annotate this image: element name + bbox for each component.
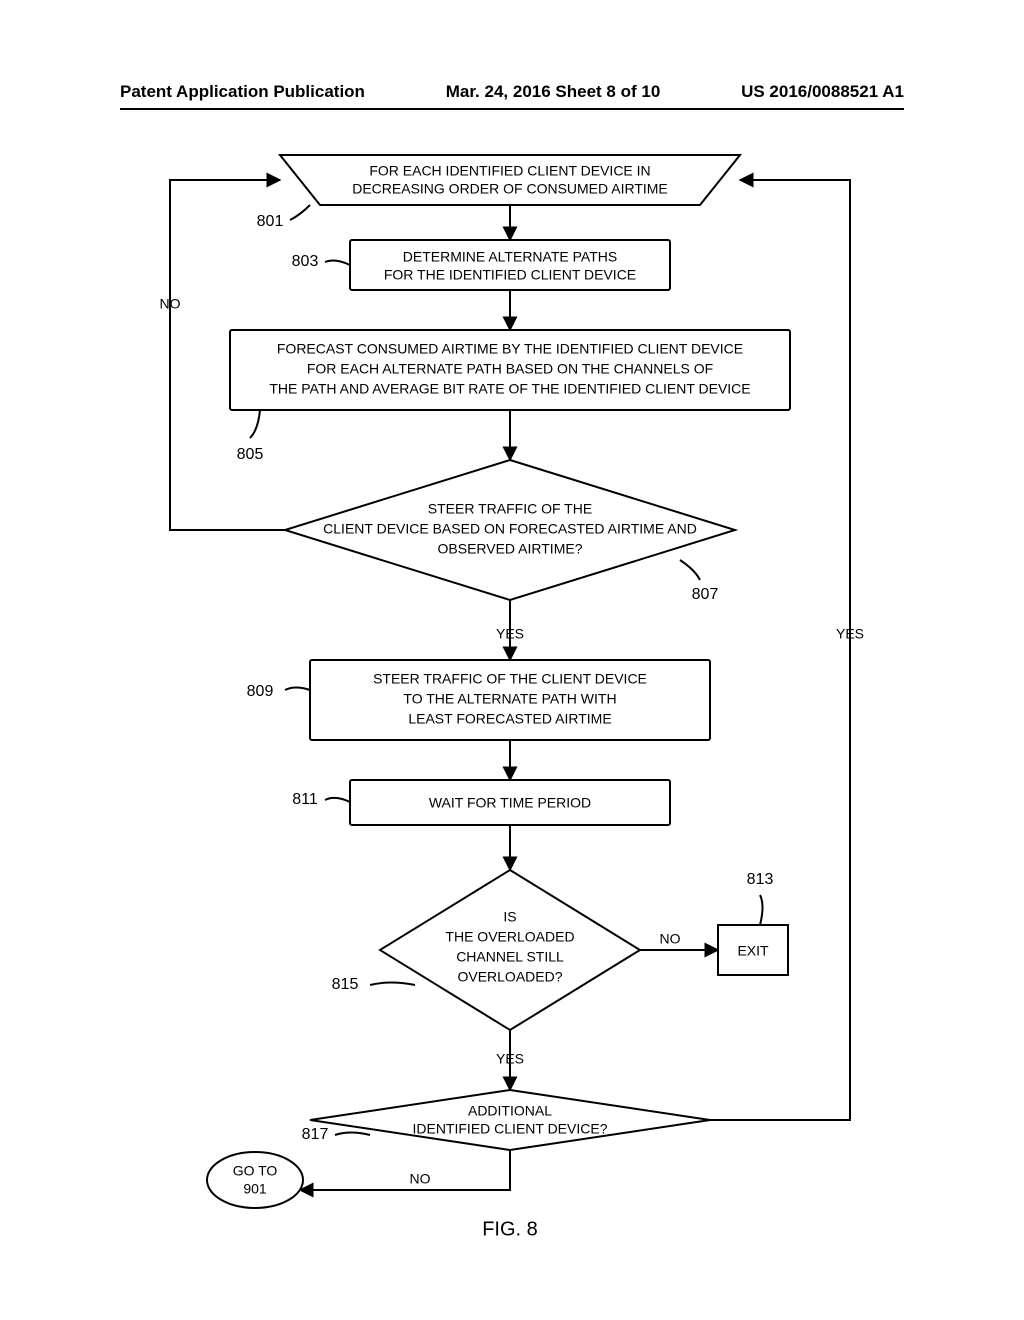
n803-l1: DETERMINE ALTERNATE PATHS <box>403 249 617 265</box>
goto-l2: 901 <box>243 1181 267 1197</box>
edge-817-no: NO <box>410 1171 431 1187</box>
node-goto: GO TO 901 <box>207 1152 303 1208</box>
n817-l1: ADDITIONAL <box>468 1103 552 1119</box>
n805-l3: THE PATH AND AVERAGE BIT RATE OF THE IDE… <box>269 381 750 397</box>
svg-text:809: 809 <box>247 683 274 700</box>
ref-805: 805 <box>237 410 264 463</box>
goto-l1: GO TO <box>233 1163 278 1179</box>
n807-l2: CLIENT DEVICE BASED ON FORECASTED AIRTIM… <box>323 521 697 537</box>
node-805: FORECAST CONSUMED AIRTIME BY THE IDENTIF… <box>230 330 790 410</box>
page: Patent Application Publication Mar. 24, … <box>0 0 1024 1320</box>
n815-l1: IS <box>503 909 516 925</box>
n801-l1: FOR EACH IDENTIFIED CLIENT DEVICE IN <box>369 163 650 179</box>
edge-815-no: NO <box>660 931 681 947</box>
ref-815: 815 <box>332 976 415 993</box>
node-803: DETERMINE ALTERNATE PATHS FOR THE IDENTI… <box>350 240 670 290</box>
ref-809: 809 <box>247 683 310 700</box>
header-center: Mar. 24, 2016 Sheet 8 of 10 <box>446 82 661 102</box>
node-811: WAIT FOR TIME PERIOD <box>350 780 670 825</box>
node-807: STEER TRAFFIC OF THE CLIENT DEVICE BASED… <box>285 460 735 600</box>
edge-817-yes: YES <box>836 626 864 642</box>
flowchart-canvas: FOR EACH IDENTIFIED CLIENT DEVICE IN DEC… <box>110 130 910 1250</box>
n815-l4: OVERLOADED? <box>457 969 562 985</box>
page-header: Patent Application Publication Mar. 24, … <box>120 82 904 110</box>
node-813: EXIT <box>718 925 788 975</box>
svg-text:817: 817 <box>302 1126 329 1143</box>
n809-l3: LEAST FORECASTED AIRTIME <box>408 711 611 727</box>
header-right: US 2016/0088521 A1 <box>741 82 904 102</box>
ref-801: 801 <box>257 205 310 230</box>
edge-815-yes: YES <box>496 1051 524 1067</box>
n813-t: EXIT <box>737 943 769 959</box>
ref-813: 813 <box>747 871 774 925</box>
edge-807-yes: YES <box>496 626 524 642</box>
svg-text:815: 815 <box>332 976 359 993</box>
n807-l3: OBSERVED AIRTIME? <box>438 541 583 557</box>
n805-l2: FOR EACH ALTERNATE PATH BASED ON THE CHA… <box>307 361 713 377</box>
ref-807: 807 <box>680 560 718 603</box>
n815-l3: CHANNEL STILL <box>456 949 564 965</box>
ref-803: 803 <box>292 253 350 270</box>
node-817: ADDITIONAL IDENTIFIED CLIENT DEVICE? <box>310 1090 710 1150</box>
node-809: STEER TRAFFIC OF THE CLIENT DEVICE TO TH… <box>310 660 710 740</box>
n805-l1: FORECAST CONSUMED AIRTIME BY THE IDENTIF… <box>277 341 743 357</box>
edge-807-no: NO <box>160 296 181 312</box>
figure-label: FIG. 8 <box>482 1218 538 1240</box>
svg-text:803: 803 <box>292 253 319 270</box>
svg-text:807: 807 <box>692 586 719 603</box>
ref-817: 817 <box>302 1126 370 1143</box>
n803-l2: FOR THE IDENTIFIED CLIENT DEVICE <box>384 267 636 283</box>
n817-l2: IDENTIFIED CLIENT DEVICE? <box>412 1121 607 1137</box>
n811-t: WAIT FOR TIME PERIOD <box>429 795 591 811</box>
svg-text:811: 811 <box>292 791 318 808</box>
n815-l2: THE OVERLOADED <box>445 929 574 945</box>
n801-l2: DECREASING ORDER OF CONSUMED AIRTIME <box>352 181 668 197</box>
n809-l2: TO THE ALTERNATE PATH WITH <box>403 691 616 707</box>
ref-811: 811 <box>292 791 350 808</box>
n809-l1: STEER TRAFFIC OF THE CLIENT DEVICE <box>373 671 647 687</box>
n807-l1: STEER TRAFFIC OF THE <box>428 501 592 517</box>
node-801: FOR EACH IDENTIFIED CLIENT DEVICE IN DEC… <box>280 155 740 205</box>
svg-text:813: 813 <box>747 871 774 888</box>
svg-text:801: 801 <box>257 213 284 230</box>
header-left: Patent Application Publication <box>120 82 365 102</box>
node-815: IS THE OVERLOADED CHANNEL STILL OVERLOAD… <box>380 870 640 1030</box>
svg-text:805: 805 <box>237 446 264 463</box>
